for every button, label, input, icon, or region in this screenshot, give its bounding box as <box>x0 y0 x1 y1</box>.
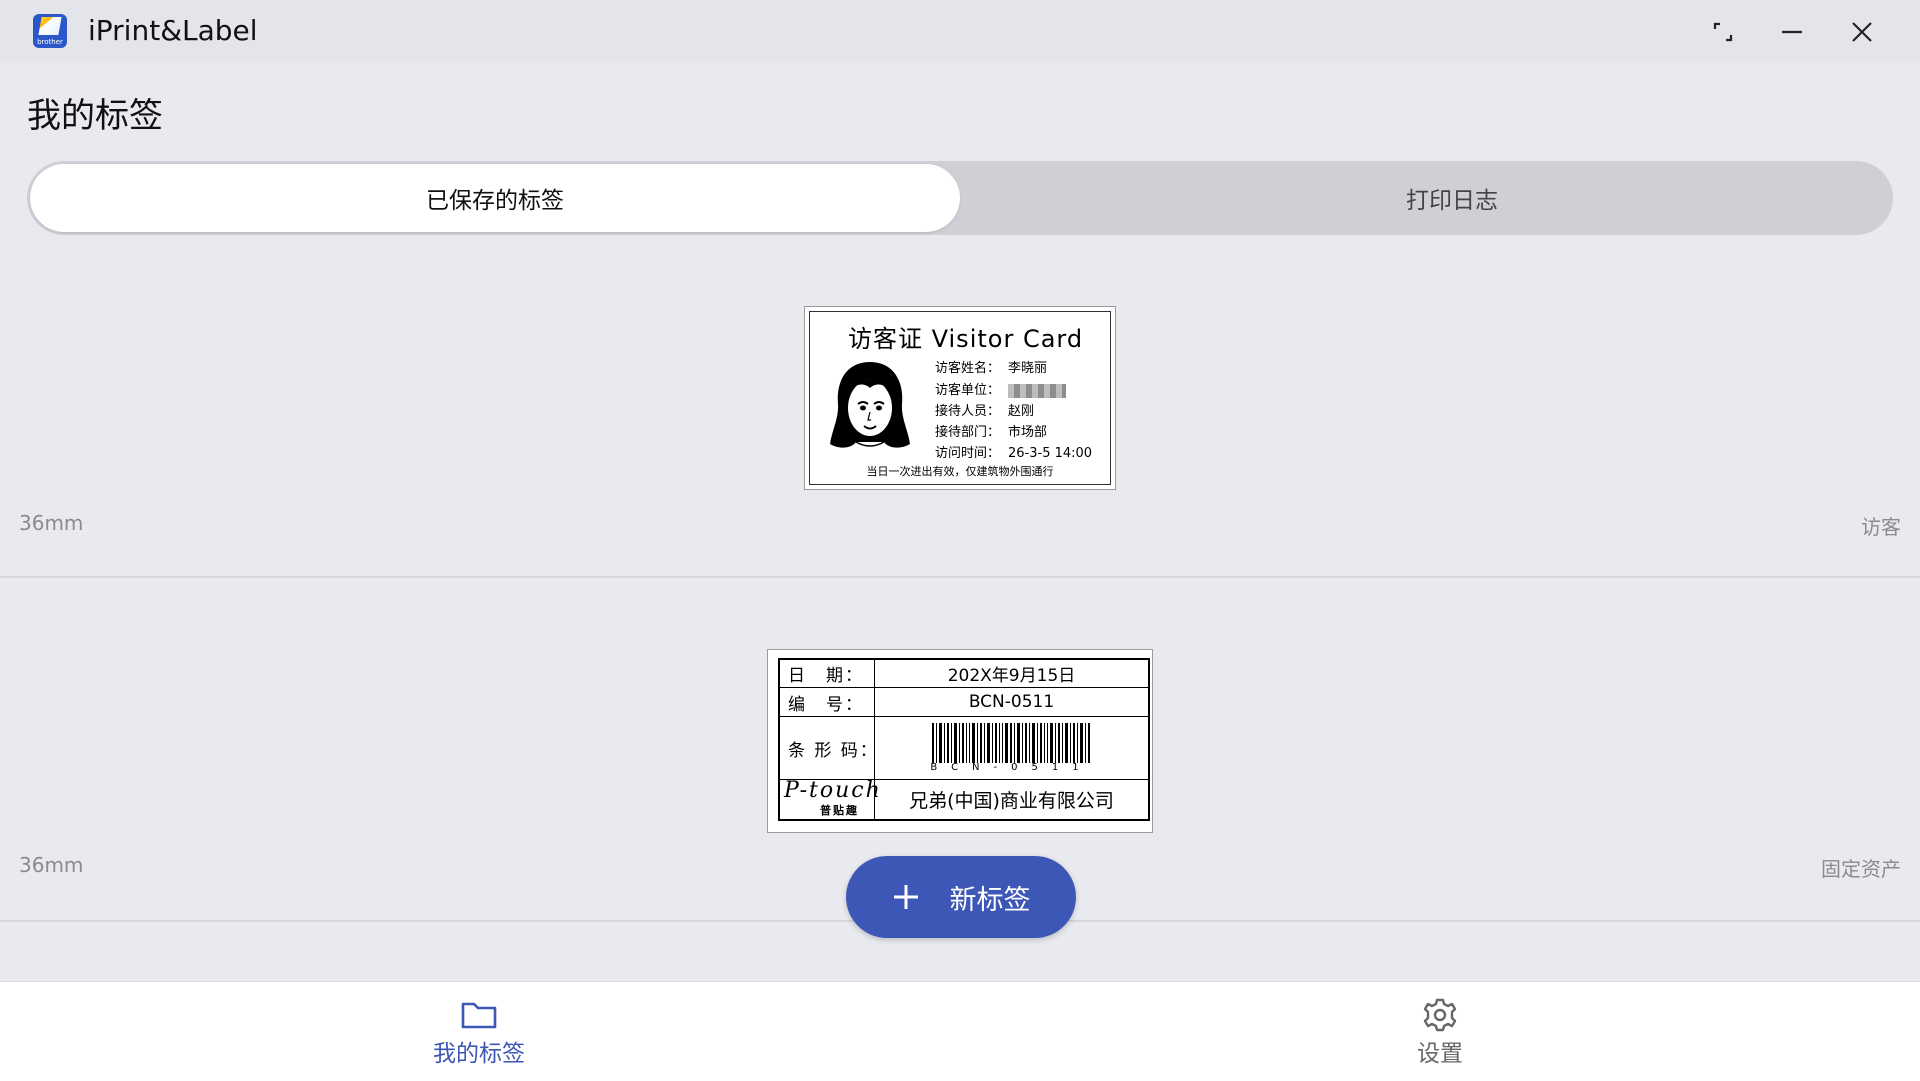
list-item[interactable]: 访客证 Visitor Card 访客姓名： 李晓丽 访客单位： 接待人员： 赵刚 <box>0 235 1920 578</box>
tab-print-log[interactable]: 打印日志 <box>987 164 1917 232</box>
fullscreen-button[interactable] <box>1703 12 1743 52</box>
app-title: iPrint&Label <box>88 14 258 47</box>
minimize-icon <box>1782 30 1802 34</box>
bottom-nav: 我的标签 设置 <box>0 981 1920 1081</box>
visitor-field-time: 访问时间： 26-3-5 14:00 <box>935 446 1093 461</box>
asset-key-barcode: 条 形 码： <box>778 715 877 781</box>
minimize-button[interactable] <box>1772 12 1812 52</box>
plus-icon <box>893 885 918 909</box>
new-label-button[interactable]: 新标签 <box>846 856 1076 938</box>
company-name: 兄弟(中国)商业有限公司 <box>874 779 1150 821</box>
nav-item-label: 我的标签 <box>433 1041 525 1067</box>
visitor-card-footer: 当日一次进出有效，仅建筑物外围通行 <box>866 465 1054 478</box>
label-size: 36mm <box>19 853 84 877</box>
nav-item-my-labels[interactable]: 我的标签 <box>399 996 559 1068</box>
label-category: 访客 <box>1861 515 1901 539</box>
logo-brand-text: brother <box>37 38 63 46</box>
visitor-field-host: 接待人员： 赵刚 <box>935 404 1035 419</box>
asset-value-number: BCN-0511 <box>874 687 1150 717</box>
ptouch-logo: P-touch <box>784 778 882 804</box>
asset-key-date: 日 期： <box>778 658 875 689</box>
close-button[interactable] <box>1842 12 1882 52</box>
folder-icon <box>461 1002 497 1029</box>
label-preview-visitor-card[interactable]: 访客证 Visitor Card 访客姓名： 李晓丽 访客单位： 接待人员： 赵刚 <box>804 306 1116 490</box>
asset-key-number: 编 号： <box>778 687 875 717</box>
visitor-card-title: 访客证 Visitor Card <box>848 325 1084 353</box>
nav-item-settings[interactable]: 设置 <box>1360 996 1520 1068</box>
nav-item-label: 设置 <box>1417 1041 1463 1067</box>
ptouch-logo-sub: 普贴趣 <box>820 804 859 818</box>
visitor-field-name: 访客姓名： 李晓丽 <box>935 361 1048 376</box>
fullscreen-icon <box>1713 22 1733 42</box>
label-preview-asset-label[interactable]: 日 期： 202X年9月15日 编 号： BCN-0511 条 形 码： BCN… <box>767 649 1153 833</box>
app-logo-icon: brother <box>33 14 67 48</box>
asset-value-date: 202X年9月15日 <box>874 658 1150 689</box>
new-label-button-label: 新标签 <box>949 884 1031 916</box>
barcode-text: BCN-0511 <box>930 762 1093 774</box>
title-bar: brother iPrint&Label <box>0 0 1920 63</box>
visitor-field-department: 接待部门： 市场部 <box>935 425 1048 440</box>
tab-saved-labels[interactable]: 已保存的标签 <box>30 164 960 232</box>
barcode-image <box>931 723 1090 764</box>
gear-icon <box>1423 998 1457 1032</box>
label-category: 固定资产 <box>1821 857 1901 881</box>
visitor-field-company: 访客单位： <box>935 379 1067 398</box>
close-icon <box>1852 22 1872 42</box>
redacted-value <box>1008 383 1067 398</box>
page-title: 我的标签 <box>27 96 163 136</box>
tab-bar: 已保存的标签 打印日志 <box>27 161 1893 235</box>
label-size: 36mm <box>19 511 84 535</box>
visitor-portrait-image <box>830 362 910 448</box>
